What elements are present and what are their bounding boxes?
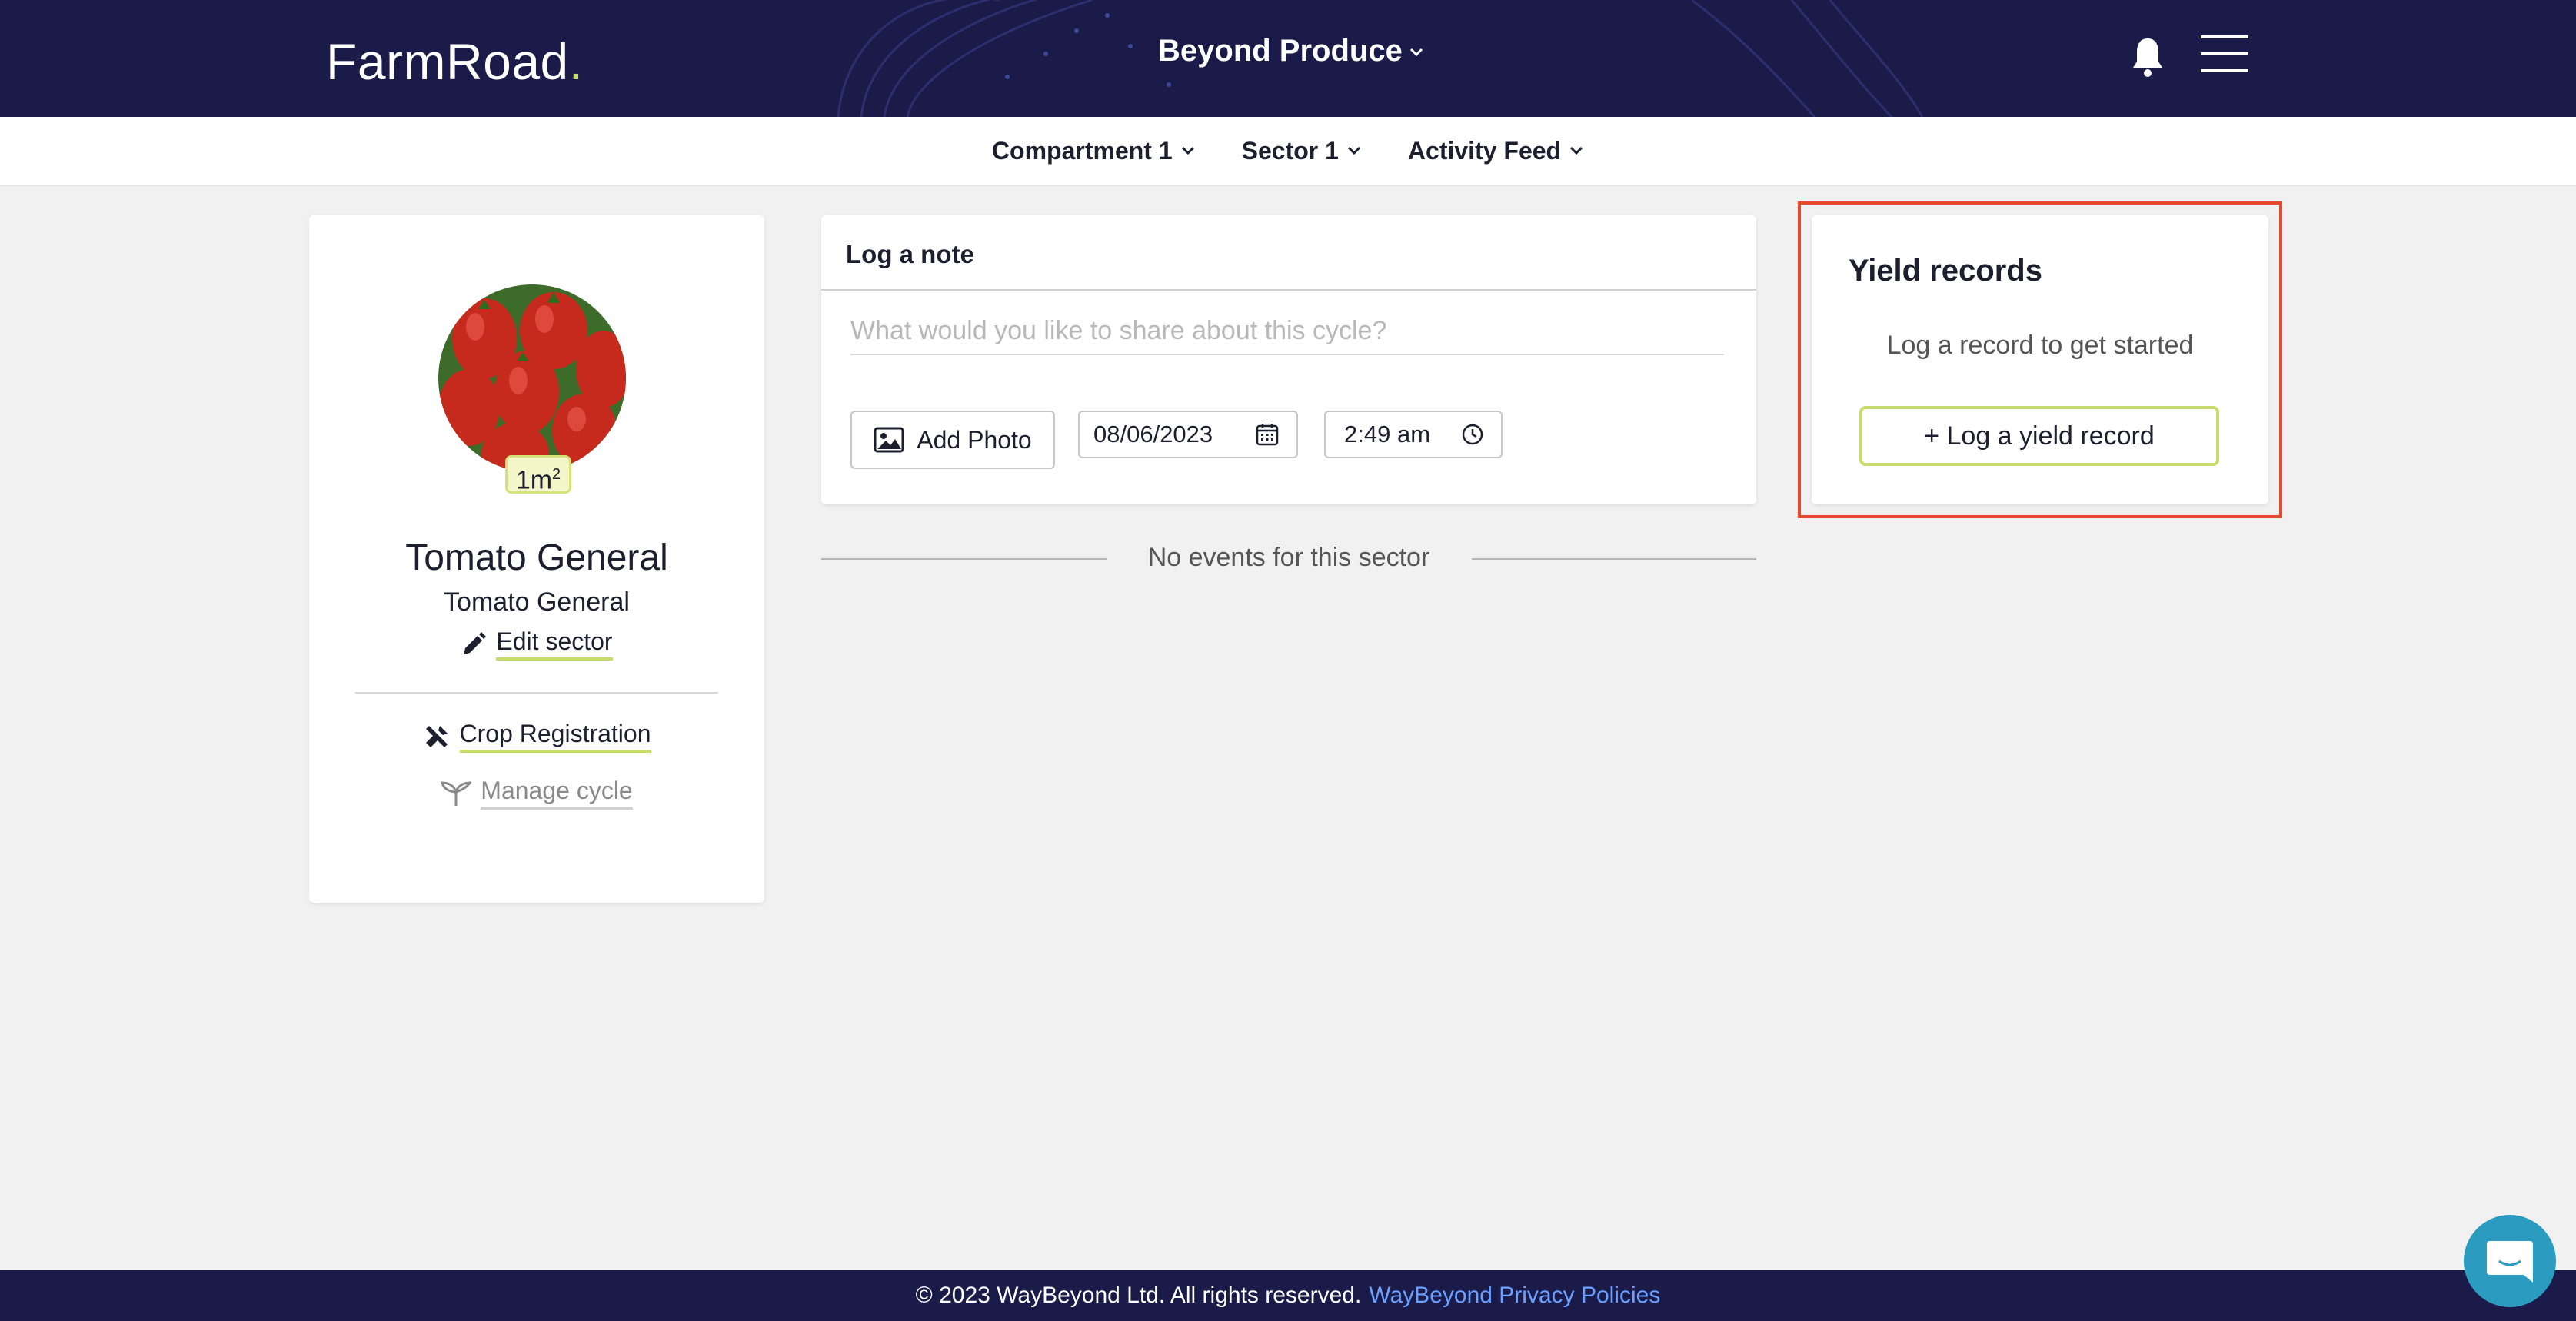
yield-records-card: Yield records Log a record to get starte…	[1812, 215, 2268, 504]
time-value: 2:49 am	[1344, 421, 1431, 448]
chevron-down-icon	[1409, 48, 1423, 56]
chat-widget-button[interactable]	[2464, 1215, 2556, 1307]
org-name: Beyond Produce	[1158, 34, 1403, 68]
log-yield-record-button[interactable]: + Log a yield record	[1859, 406, 2219, 466]
yield-empty-message: Log a record to get started	[1886, 331, 2194, 360]
area-badge: 1m2	[505, 455, 571, 494]
sector-subtitle: Tomato General	[444, 587, 630, 617]
chevron-down-icon	[1181, 146, 1194, 155]
org-selector[interactable]: Beyond Produce	[1158, 34, 1424, 68]
yield-records-title: Yield records	[1849, 254, 2042, 288]
compartment-label: Compartment 1	[991, 136, 1173, 165]
logo-text: FarmRoad	[326, 33, 569, 90]
edit-sector-label: Edit sector	[496, 627, 613, 660]
sector-card: 1m2 Tomato General Tomato General Edit s…	[309, 215, 764, 903]
pencil-icon	[464, 631, 487, 654]
chevron-down-icon	[1570, 146, 1583, 155]
sector-title: Tomato General	[405, 537, 668, 578]
date-input[interactable]: 08/06/2023	[1078, 411, 1298, 458]
sector-label: Sector 1	[1241, 136, 1339, 165]
sub-navigation: Compartment 1 Sector 1 Activity Feed	[0, 117, 2576, 186]
image-icon	[874, 427, 904, 453]
activity-feed-dropdown[interactable]: Activity Feed	[1408, 137, 1584, 165]
crop-registration-link[interactable]: Crop Registration	[309, 720, 764, 753]
time-input[interactable]: 2:49 am	[1324, 411, 1503, 458]
bell-icon[interactable]	[2130, 35, 2165, 78]
activity-feed-label: Activity Feed	[1407, 136, 1562, 165]
note-input[interactable]	[850, 308, 1724, 355]
manage-cycle-label: Manage cycle	[481, 777, 633, 810]
divider	[355, 692, 718, 694]
privacy-policy-link[interactable]: WayBeyond Privacy Policies	[1369, 1283, 1660, 1309]
footer: © 2023 WayBeyond Ltd. All rights reserve…	[0, 1270, 2576, 1321]
crop-registration-label: Crop Registration	[459, 720, 651, 753]
compartment-dropdown[interactable]: Compartment 1	[992, 137, 1196, 165]
chevron-down-icon	[1347, 146, 1360, 155]
top-bar: FarmRoad. Beyond Produce	[0, 0, 2576, 117]
date-value: 08/06/2023	[1093, 421, 1213, 448]
farmroad-logo[interactable]: FarmRoad.	[326, 32, 584, 91]
events-empty-state: No events for this sector	[821, 538, 1756, 577]
log-note-card: Log a note Add Photo 08/06/2023 2:49 am	[821, 215, 1756, 504]
tools-icon	[425, 725, 448, 747]
chat-bubble-icon	[2487, 1241, 2533, 1283]
clock-icon	[1462, 424, 1483, 445]
logo-dot: .	[568, 33, 584, 90]
add-photo-label: Add Photo	[917, 425, 1032, 454]
edit-sector-link[interactable]: Edit sector	[309, 627, 764, 660]
calendar-icon	[1256, 424, 1279, 446]
divider-right	[1472, 558, 1756, 560]
add-photo-button[interactable]: Add Photo	[850, 411, 1055, 469]
copyright-text: © 2023 WayBeyond Ltd. All rights reserve…	[915, 1283, 1362, 1308]
sector-dropdown[interactable]: Sector 1	[1242, 137, 1362, 165]
note-header-title: Log a note	[846, 240, 974, 268]
note-header: Log a note	[821, 215, 1756, 291]
area-value: 1m	[515, 465, 553, 495]
seedling-icon	[441, 780, 472, 806]
crop-avatar-image	[438, 284, 626, 472]
area-unit-superscript: 2	[552, 466, 561, 483]
hamburger-menu-icon[interactable]	[2201, 34, 2248, 74]
manage-cycle-link[interactable]: Manage cycle	[309, 777, 764, 810]
